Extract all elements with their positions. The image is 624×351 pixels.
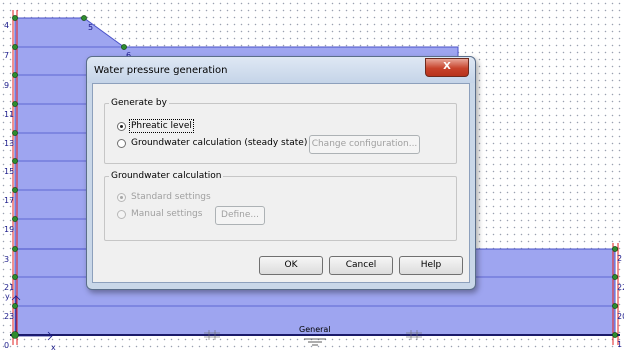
node-label: 22 [617, 283, 624, 292]
geometry-node[interactable] [612, 332, 618, 338]
geometry-node[interactable] [12, 130, 18, 136]
change-configuration-button[interactable]: Change configuration... [309, 135, 420, 154]
node-label: 23 [4, 312, 14, 321]
general-marker [304, 338, 326, 346]
node-label: 5 [88, 23, 93, 32]
node-label: 4 [4, 21, 9, 30]
node-label: 19 [4, 225, 14, 234]
x-axis-label: x [51, 343, 56, 351]
standard-settings-label[interactable]: Standard settings [131, 192, 211, 202]
dialog-title: Water pressure generation [94, 65, 228, 76]
geometry-node[interactable] [612, 274, 618, 280]
geometry-node[interactable] [12, 216, 18, 222]
geometry-node[interactable] [12, 187, 18, 193]
manual-settings-label[interactable]: Manual settings [131, 209, 202, 219]
node-label: 13 [4, 139, 14, 148]
node-label: 2 [617, 254, 622, 263]
cancel-button[interactable]: Cancel [329, 256, 393, 275]
groundwater-calc-label[interactable]: Groundwater calculation (steady state) [131, 138, 307, 148]
generate-by-group: Generate by [104, 98, 457, 164]
geometry-node[interactable] [12, 72, 18, 78]
groundwater-calc-radio[interactable] [117, 138, 126, 148]
geometry-node[interactable] [12, 274, 18, 280]
water-pressure-dialog: Water pressure generation X Generate by … [86, 56, 476, 290]
geometry-node[interactable] [612, 246, 618, 252]
manual-settings-option[interactable]: Manual settings [117, 209, 202, 219]
node-label: 11 [4, 110, 14, 119]
phreatic-level-radio[interactable] [117, 121, 126, 131]
geometry-node[interactable] [121, 44, 127, 50]
node-label: 15 [4, 167, 14, 176]
phreatic-level-option[interactable]: Phreatic level [117, 119, 194, 133]
groundwater-calc-option[interactable]: Groundwater calculation (steady state) [117, 138, 307, 148]
node-label: 20 [617, 312, 624, 321]
groundwater-calculation-legend: Groundwater calculation [111, 171, 222, 181]
node-label: 21 [4, 283, 14, 292]
geometry-node[interactable] [12, 15, 18, 21]
close-button[interactable]: X [425, 58, 469, 77]
groundwater-calculation-group: Groundwater calculation [104, 171, 457, 241]
node-label: 0 [4, 341, 9, 350]
dialog-client-area: Generate by Phreatic level Groundwater c… [92, 83, 470, 283]
dialog-titlebar[interactable]: Water pressure generation X [87, 57, 475, 83]
geometry-node[interactable] [612, 303, 618, 309]
node-label: 17 [4, 196, 14, 205]
node-label: 7 [4, 51, 9, 60]
geometry-node[interactable] [12, 44, 18, 50]
help-button[interactable]: Help [399, 256, 463, 275]
geometry-node[interactable] [12, 246, 18, 252]
generate-by-legend: Generate by [111, 98, 167, 108]
geometry-node[interactable] [11, 331, 19, 339]
general-label: General [299, 325, 331, 334]
geometry-node[interactable] [12, 158, 18, 164]
geometry-node[interactable] [12, 101, 18, 107]
define-button[interactable]: Define... [215, 206, 265, 225]
ok-button[interactable]: OK [259, 256, 323, 275]
phreatic-level-label[interactable]: Phreatic level [129, 119, 194, 133]
manual-settings-radio[interactable] [117, 209, 126, 219]
y-axis-label: y [5, 292, 10, 301]
node-label: 1 [617, 340, 622, 349]
node-label: 3 [4, 255, 9, 264]
geometry-node[interactable] [12, 303, 18, 309]
node-label: 9 [4, 81, 9, 90]
geometry-node[interactable] [81, 15, 87, 21]
standard-settings-radio[interactable] [117, 192, 126, 202]
standard-settings-option[interactable]: Standard settings [117, 192, 211, 202]
